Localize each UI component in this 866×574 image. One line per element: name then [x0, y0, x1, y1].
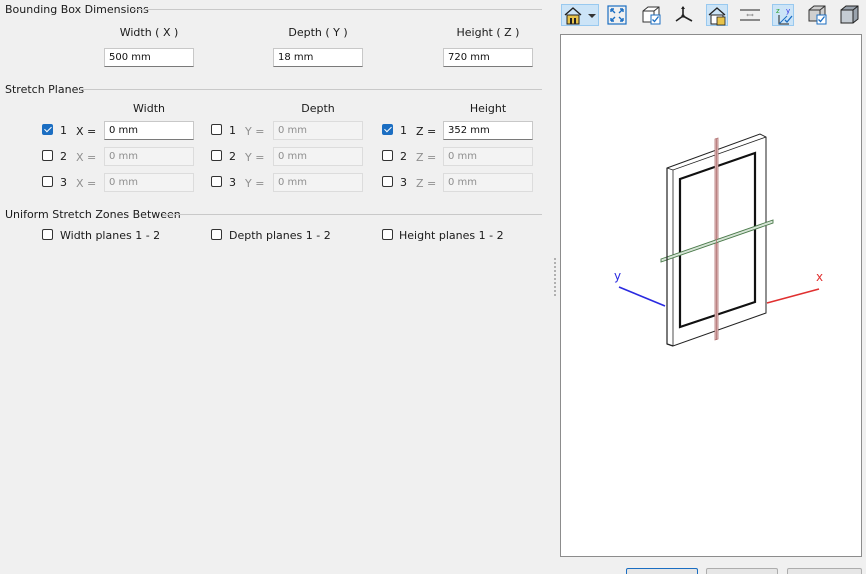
- height-plane-2-input: 0 mm: [443, 147, 533, 166]
- axes-toggle-icon: [675, 6, 693, 22]
- height-plane-1-input[interactable]: 352 mm: [443, 121, 533, 140]
- y-axis-label: y: [614, 269, 621, 283]
- width-plane-2-axis: X =: [76, 151, 97, 164]
- height-plane-1-checkbox[interactable]: [382, 124, 393, 135]
- depth-plane-3-input: 0 mm: [273, 173, 363, 192]
- home-lock-button[interactable]: [706, 4, 728, 26]
- stretch-planes-section-title: Stretch Planes: [5, 83, 85, 96]
- preview-viewport[interactable]: y x: [560, 34, 862, 557]
- panel-3d-preview: y x: [614, 133, 823, 347]
- stretch-planes-button[interactable]: [739, 4, 761, 26]
- solid-view-icon: [840, 5, 859, 24]
- depth-plane-3-number: 3: [229, 176, 236, 189]
- depth-plane-2-axis: Y =: [245, 151, 265, 164]
- height-plane-3-number: 3: [400, 176, 407, 189]
- width-plane-1-input[interactable]: 0 mm: [104, 121, 194, 140]
- height-plane-2-axis: Z =: [416, 151, 437, 164]
- width-plane-2-number: 2: [60, 150, 67, 163]
- height-plane-2-number: 2: [400, 150, 407, 163]
- height-plane-1-axis: Z =: [416, 125, 437, 138]
- bbox-height-label: Height ( Z ): [456, 26, 520, 39]
- solid-view-button[interactable]: [838, 4, 860, 26]
- stretch-width-heading: Width: [133, 102, 165, 115]
- zoom-fit-button[interactable]: [606, 4, 628, 26]
- height-plane-2-checkbox[interactable]: [382, 150, 393, 161]
- uniform-depth-label[interactable]: Depth planes 1 - 2: [229, 229, 331, 242]
- cancel-button[interactable]: [706, 568, 778, 574]
- height-plane-1-number: 1: [400, 124, 407, 137]
- ok-button[interactable]: [626, 568, 698, 574]
- help-button[interactable]: [787, 568, 862, 574]
- bbox-depth-label: Depth ( Y ): [288, 26, 348, 39]
- grid-box-icon: [808, 5, 827, 25]
- depth-plane-2-number: 2: [229, 150, 236, 163]
- bounding-box-toggle-button[interactable]: [640, 4, 662, 26]
- depth-plane-1-number: 1: [229, 124, 236, 137]
- bounding-box-section-title: Bounding Box Dimensions: [5, 3, 149, 16]
- depth-plane-3-axis: Y =: [245, 177, 265, 190]
- stretch-height-heading: Height: [469, 102, 507, 115]
- bbox-width-label: Width ( X ): [119, 26, 179, 39]
- home-view-icon: [564, 7, 596, 25]
- height-plane-3-input: 0 mm: [443, 173, 533, 192]
- depth-plane-2-checkbox[interactable]: [211, 150, 222, 161]
- section-divider: [132, 9, 542, 10]
- axis-labels-icon: z y: [776, 7, 793, 25]
- uniform-zones-section-title: Uniform Stretch Zones Between: [5, 208, 181, 221]
- width-plane-3-checkbox[interactable]: [42, 176, 53, 187]
- bbox-depth-input[interactable]: 18 mm: [273, 48, 363, 67]
- home-view-button[interactable]: [561, 4, 599, 26]
- depth-plane-2-input: 0 mm: [273, 147, 363, 166]
- depth-plane-1-checkbox[interactable]: [211, 124, 222, 135]
- x-axis-label: x: [816, 270, 823, 284]
- splitter-grip[interactable]: [554, 258, 556, 302]
- height-plane-3-checkbox[interactable]: [382, 176, 393, 187]
- uniform-width-checkbox[interactable]: [42, 229, 53, 240]
- grid-box-button[interactable]: [806, 4, 828, 26]
- svg-text:y: y: [786, 7, 790, 15]
- width-plane-3-axis: X =: [76, 177, 97, 190]
- section-divider: [80, 89, 542, 90]
- uniform-height-label[interactable]: Height planes 1 - 2: [399, 229, 504, 242]
- stretch-planes-icon: [740, 9, 760, 21]
- home-lock-icon: [708, 7, 726, 26]
- depth-plane-1-axis: Y =: [245, 125, 265, 138]
- y-axis-line: [618, 286, 666, 307]
- depth-plane-1-input: 0 mm: [273, 121, 363, 140]
- bounding-box-toggle-icon: [642, 6, 661, 25]
- bbox-width-input[interactable]: 500 mm: [104, 48, 194, 67]
- depth-plane-3-checkbox[interactable]: [211, 176, 222, 187]
- width-plane-3-input: 0 mm: [104, 173, 194, 192]
- x-axis-line: [766, 288, 820, 304]
- svg-text:z: z: [776, 7, 780, 15]
- width-plane-1-number: 1: [60, 124, 67, 137]
- zoom-fit-icon: [607, 5, 627, 25]
- axis-labels-button[interactable]: z y: [772, 4, 794, 26]
- axes-toggle-button[interactable]: [673, 4, 695, 26]
- height-plane-3-axis: Z =: [416, 177, 437, 190]
- width-plane-2-input: 0 mm: [104, 147, 194, 166]
- uniform-width-label[interactable]: Width planes 1 - 2: [60, 229, 160, 242]
- width-plane-1-axis: X =: [76, 125, 97, 138]
- stretch-depth-heading: Depth: [301, 102, 335, 115]
- width-plane-2-checkbox[interactable]: [42, 150, 53, 161]
- width-plane-1-checkbox[interactable]: [42, 124, 53, 135]
- uniform-height-checkbox[interactable]: [382, 229, 393, 240]
- section-divider: [163, 214, 542, 215]
- bbox-height-input[interactable]: 720 mm: [443, 48, 533, 67]
- uniform-depth-checkbox[interactable]: [211, 229, 222, 240]
- width-plane-3-number: 3: [60, 176, 67, 189]
